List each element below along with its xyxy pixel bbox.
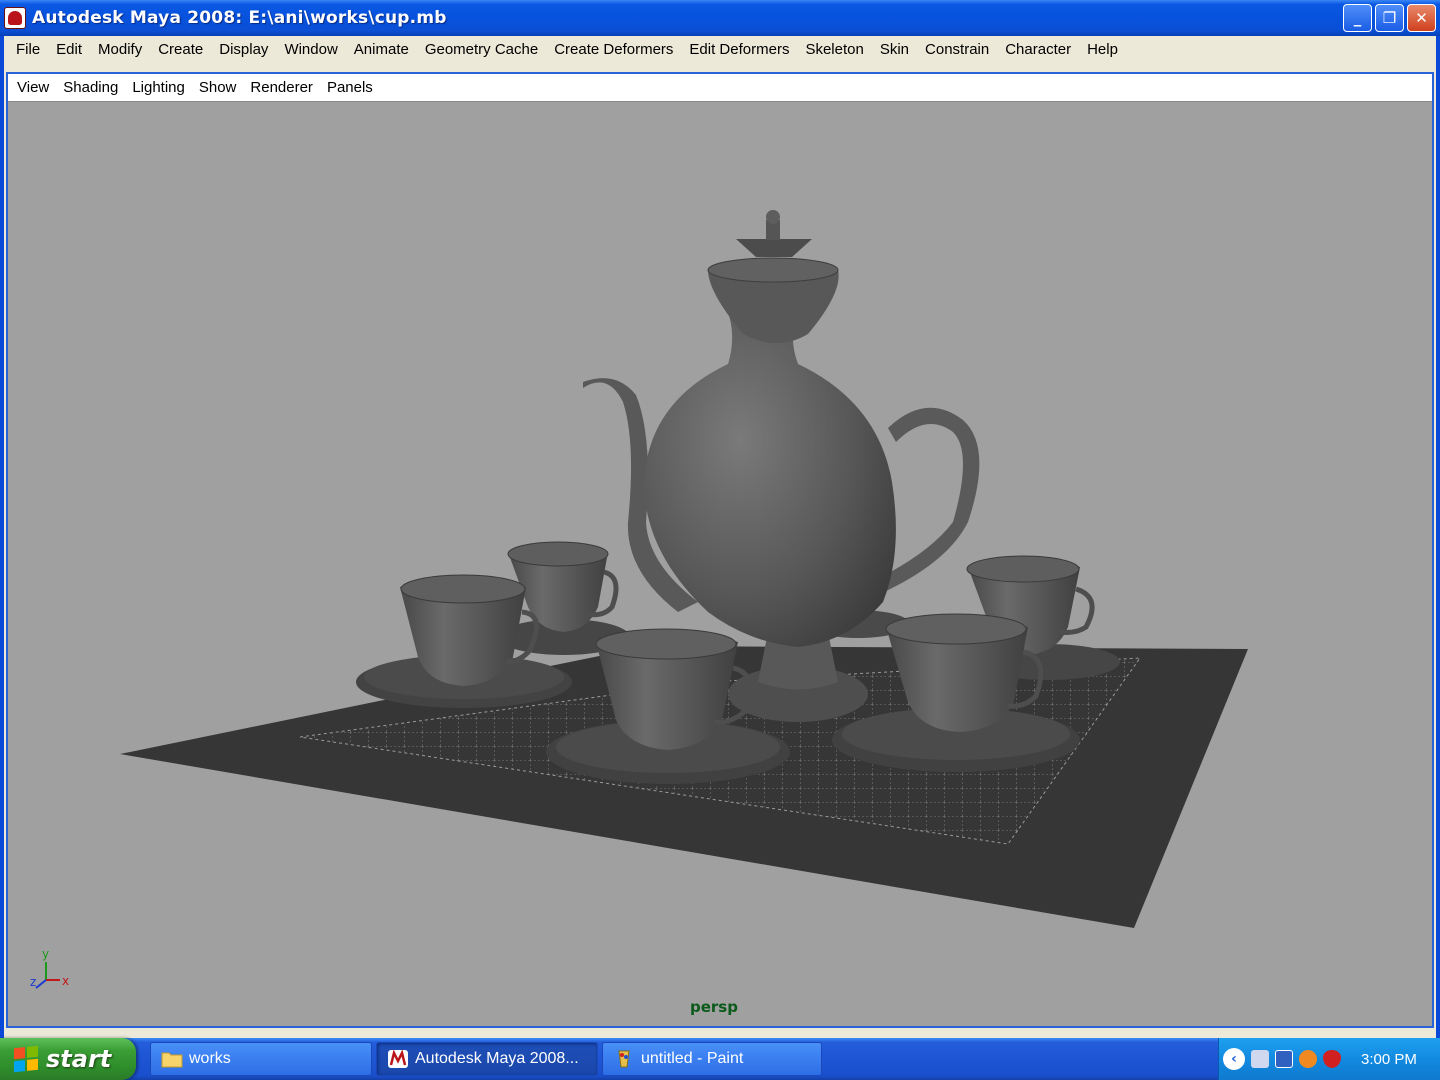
menu-edit-deformers[interactable]: Edit Deformers [681, 36, 797, 64]
menu-edit[interactable]: Edit [48, 36, 90, 64]
axis-gizmo: y z x [30, 947, 69, 989]
update-icon[interactable] [1299, 1050, 1317, 1068]
panel-menu-view[interactable]: View [10, 75, 56, 101]
folder-icon [161, 1052, 183, 1068]
window-title: Autodesk Maya 2008: E:\ani\works\cup.mb [32, 8, 447, 28]
taskbar-item-label: Autodesk Maya 2008... [415, 1050, 579, 1067]
title-bar[interactable]: Autodesk Maya 2008: E:\ani\works\cup.mb … [0, 0, 1440, 36]
camera-label: persp [690, 998, 738, 1016]
start-button[interactable]: start [0, 1038, 136, 1080]
menu-display[interactable]: Display [211, 36, 276, 64]
maximize-button[interactable]: ❐ [1375, 4, 1404, 32]
maya-icon [388, 1049, 408, 1068]
menu-modify[interactable]: Modify [90, 36, 150, 64]
tray-expand-chevron-icon[interactable]: ‹ [1223, 1048, 1245, 1070]
scene-render: y z x [30, 210, 1248, 989]
menu-create[interactable]: Create [150, 36, 211, 64]
paint-icon [618, 1050, 630, 1068]
main-window: File Edit Modify Create Display Window A… [0, 36, 1440, 1038]
menu-create-deformers[interactable]: Create Deformers [546, 36, 681, 64]
window-controls: _ ❐ ✕ [1343, 4, 1436, 32]
panel-menu-panels[interactable]: Panels [320, 75, 380, 101]
minimize-button[interactable]: _ [1343, 4, 1372, 32]
main-menubar: File Edit Modify Create Display Window A… [4, 36, 1436, 64]
security-shield-icon[interactable] [1323, 1050, 1341, 1068]
axis-x-label: x [62, 974, 69, 988]
start-label: start [46, 1045, 112, 1073]
panel-menu-renderer[interactable]: Renderer [243, 75, 320, 101]
menu-skeleton[interactable]: Skeleton [797, 36, 871, 64]
taskbar-item-maya[interactable]: Autodesk Maya 2008... [376, 1042, 598, 1076]
menu-skin[interactable]: Skin [872, 36, 917, 64]
maya-app-icon[interactable] [4, 7, 26, 29]
menu-geometry-cache[interactable]: Geometry Cache [417, 36, 546, 64]
menu-character[interactable]: Character [997, 36, 1079, 64]
monitor-icon[interactable] [1275, 1050, 1293, 1068]
taskbar-item-label: works [189, 1050, 231, 1067]
clock: 3:00 PM [1361, 1050, 1417, 1068]
panel-menu-lighting[interactable]: Lighting [125, 75, 192, 101]
menu-help[interactable]: Help [1079, 36, 1126, 64]
axis-z-label: z [30, 975, 36, 989]
panel-menubar: View Shading Lighting Show Renderer Pane… [8, 74, 1432, 102]
menu-file[interactable]: File [8, 36, 48, 64]
axis-y-label: y [42, 947, 49, 961]
taskbar-item-label: untitled - Paint [641, 1050, 744, 1067]
perspective-viewport[interactable]: y z x persp [8, 102, 1432, 1026]
panel-menu-show[interactable]: Show [192, 75, 244, 101]
viewport-panel: View Shading Lighting Show Renderer Pane… [6, 72, 1434, 1028]
menu-constrain[interactable]: Constrain [917, 36, 997, 64]
windows-logo-icon [14, 1045, 38, 1073]
taskbar-item-works[interactable]: works [150, 1042, 372, 1076]
menu-window[interactable]: Window [276, 36, 345, 64]
network-icon[interactable] [1251, 1050, 1269, 1068]
menu-animate[interactable]: Animate [346, 36, 417, 64]
system-tray: ‹ 3:00 PM [1218, 1038, 1440, 1080]
panel-menu-shading[interactable]: Shading [56, 75, 125, 101]
taskbar-item-paint[interactable]: untitled - Paint [602, 1042, 822, 1076]
taskbar: start works Autodesk Maya 2008... untitl… [0, 1038, 1440, 1080]
teapot-lid [736, 239, 812, 257]
close-button[interactable]: ✕ [1407, 4, 1436, 32]
